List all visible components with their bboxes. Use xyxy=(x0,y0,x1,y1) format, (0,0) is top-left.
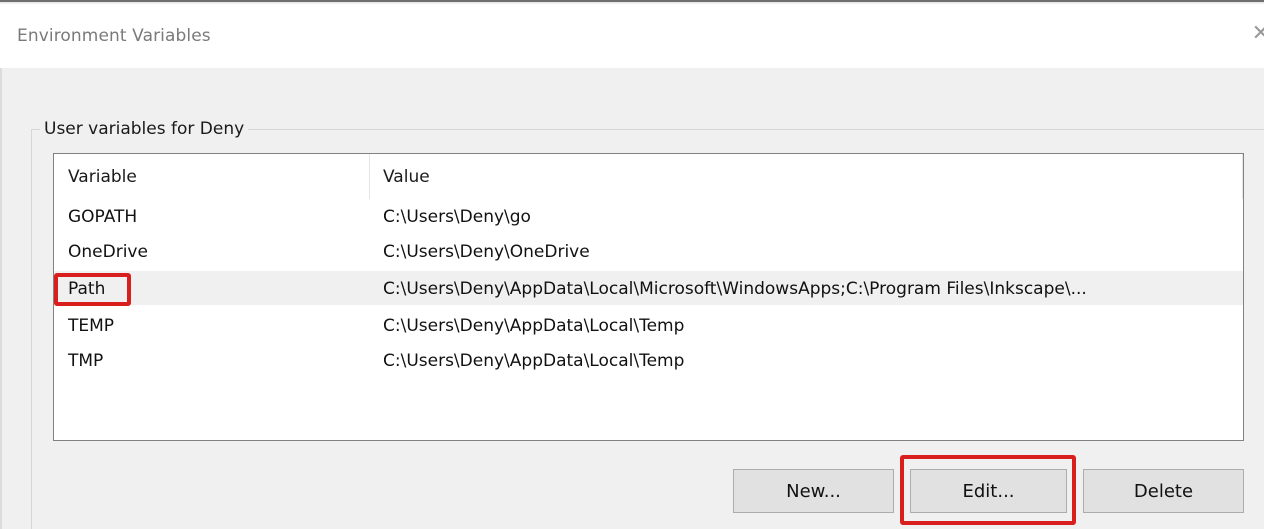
table-row-gopath[interactable]: GOPATH C:\Users\Deny\go xyxy=(54,199,1243,233)
window-title: Environment Variables xyxy=(17,26,211,46)
column-header-value[interactable]: Value xyxy=(383,167,430,187)
top-edge-dark xyxy=(0,0,1264,2)
edit-button[interactable]: Edit... xyxy=(910,469,1067,513)
column-separator[interactable] xyxy=(369,154,370,199)
close-icon[interactable]: ✕ xyxy=(1252,23,1264,45)
variable-name: GOPATH xyxy=(68,207,138,227)
table-row-path[interactable]: Path C:\Users\Deny\AppData\Local\Microso… xyxy=(54,271,1243,305)
variable-value: C:\Users\Deny\go xyxy=(383,207,531,227)
table-row-temp[interactable]: TEMP C:\Users\Deny\AppData\Local\Temp xyxy=(54,308,1243,342)
variable-value: C:\Users\Deny\AppData\Local\Temp xyxy=(383,351,685,371)
delete-button[interactable]: Delete xyxy=(1083,469,1244,513)
variable-value: C:\Users\Deny\AppData\Local\Microsoft\Wi… xyxy=(383,279,1087,299)
column-header-variable[interactable]: Variable xyxy=(68,167,137,187)
table-row-tmp[interactable]: TMP C:\Users\Deny\AppData\Local\Temp xyxy=(54,343,1243,377)
variable-name: TEMP xyxy=(68,316,115,336)
new-button[interactable]: New... xyxy=(733,469,894,513)
user-variables-label: User variables for Deny xyxy=(44,119,245,139)
dialog-left-border xyxy=(0,68,2,529)
variable-name: OneDrive xyxy=(68,242,148,262)
table-row-onedrive[interactable]: OneDrive C:\Users\Deny\OneDrive xyxy=(54,234,1243,268)
column-separator-end[interactable] xyxy=(1242,154,1243,199)
list-header: Variable Value xyxy=(54,154,1243,199)
user-variables-list[interactable]: Variable Value GOPATH C:\Users\Deny\go O… xyxy=(53,153,1244,441)
variable-name: Path xyxy=(68,279,106,299)
variable-value: C:\Users\Deny\AppData\Local\Temp xyxy=(383,316,685,336)
title-bar[interactable]: Environment Variables ✕ xyxy=(0,4,1264,68)
variable-name: TMP xyxy=(68,351,104,371)
variable-value: C:\Users\Deny\OneDrive xyxy=(383,242,590,262)
